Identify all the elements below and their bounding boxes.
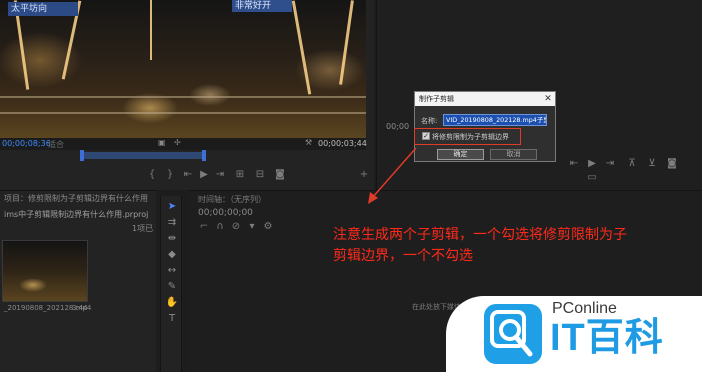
lift-icon[interactable]: ⊼ (626, 157, 638, 171)
fit-label[interactable]: 适合 (48, 139, 64, 150)
step-forward-icon[interactable]: ⇥ (214, 168, 226, 182)
source-settings-icon[interactable]: ▣ (158, 138, 166, 147)
project-path: ims中子剪辑限制边界有什么作用.prproj (4, 210, 149, 219)
program-transport-controls: ⇤ ▶ ⇥ ⊼ ⊻ ◙ ▭ (560, 155, 700, 185)
source-scrub-bar[interactable] (80, 150, 206, 161)
step-back-icon[interactable]: ⇤ (568, 157, 580, 171)
mark-in-icon[interactable]: { (146, 168, 158, 182)
source-transport-controls: { } ⇤ ▶ ⇥ ⊞ ⊟ ◙ + (0, 168, 374, 184)
annotation-arrow-icon (368, 147, 417, 204)
source-status-bar: 00;00;08;36 适合 ▣ ✢ ⚒ 00;00;03;44 (0, 138, 367, 150)
tools-panel: ➤ ⇉ ⇹ ◆ ↔ ✎ ✋ T (160, 196, 182, 372)
type-tool-icon[interactable]: T (165, 312, 179, 326)
export-frame-icon[interactable]: ▭ (586, 171, 598, 185)
program-timecode[interactable]: 00;00 (386, 122, 409, 131)
source-video-frame[interactable]: 太平坊向 非常好开 (0, 0, 366, 138)
clip-duration: 3:44 (72, 304, 88, 312)
pconline-magnifier-icon (484, 304, 542, 364)
extract-icon[interactable]: ⊻ (646, 157, 658, 171)
in-point-marker[interactable] (80, 150, 84, 161)
clip-thumbnail[interactable] (2, 240, 88, 302)
track-select-tool-icon[interactable]: ⇉ (165, 216, 179, 230)
snap-icon[interactable]: ∩ (214, 220, 226, 234)
ripple-edit-tool-icon[interactable]: ⇹ (165, 232, 179, 246)
insert-icon[interactable]: ⊞ (234, 168, 246, 182)
timeline-timecode[interactable]: 00;00;00;00 (198, 208, 253, 218)
marker-icon[interactable]: ▾ (246, 220, 258, 234)
item-count: 1项已 (132, 224, 154, 233)
subclip-name-input[interactable]: VID_20190808_202128.mp4子剪辑001 (443, 114, 547, 126)
step-forward-icon[interactable]: ⇥ (604, 157, 616, 171)
step-back-icon[interactable]: ⇤ (182, 168, 194, 182)
light-decoration (150, 0, 152, 60)
railing-decoration (0, 112, 366, 114)
light-decoration (291, 0, 312, 95)
close-icon[interactable]: ✕ (543, 93, 553, 105)
railing-decoration (0, 96, 366, 98)
annotation-note: 注意生成两个子剪辑，一个勾选将修剪限制为子剪辑边界，一个不勾选 (333, 227, 627, 264)
out-point-marker[interactable] (202, 150, 206, 161)
watermark-title: IT百科 (550, 317, 664, 359)
slip-tool-icon[interactable]: ↔ (165, 264, 179, 278)
project-tab[interactable]: 项目：修剪限制为子剪辑边界有什么作用 (4, 193, 148, 204)
nest-icon[interactable]: ⌐ (198, 220, 210, 234)
street-sign-left: 太平坊向 (8, 2, 78, 16)
cancel-button[interactable]: 取消 (490, 149, 537, 160)
play-icon[interactable]: ▶ (586, 157, 598, 171)
timeline-toolbar: ⌐ ∩ ⊘ ▾ ⚙ (198, 220, 298, 232)
settings-icon[interactable]: ⚙ (262, 220, 274, 234)
selection-tool-icon[interactable]: ➤ (165, 200, 179, 214)
light-decoration (339, 0, 354, 85)
timeline-tab[interactable]: 时间轴：（无序列） (198, 194, 266, 205)
source-timecode-in[interactable]: 00;00;08;36 (2, 139, 51, 148)
camera-icon[interactable]: ◙ (666, 157, 678, 171)
dialog-title: 制作子剪辑 (419, 95, 454, 103)
linked-icon[interactable]: ⊘ (230, 220, 242, 234)
camera-icon[interactable]: ◙ (274, 168, 286, 182)
mark-out-icon[interactable]: } (164, 168, 176, 182)
play-icon[interactable]: ▶ (198, 168, 210, 182)
hand-tool-icon[interactable]: ✋ (165, 296, 179, 310)
pen-tool-icon[interactable]: ✎ (165, 280, 179, 294)
overwrite-icon[interactable]: ⊟ (254, 168, 266, 182)
wrench-icon[interactable]: ⚒ (305, 138, 312, 147)
drag-video-icon[interactable]: ✢ (174, 138, 181, 147)
razor-tool-icon[interactable]: ◆ (165, 248, 179, 262)
name-label: 名称: (421, 117, 438, 125)
street-sign-mid: 非常好开 (232, 0, 292, 12)
